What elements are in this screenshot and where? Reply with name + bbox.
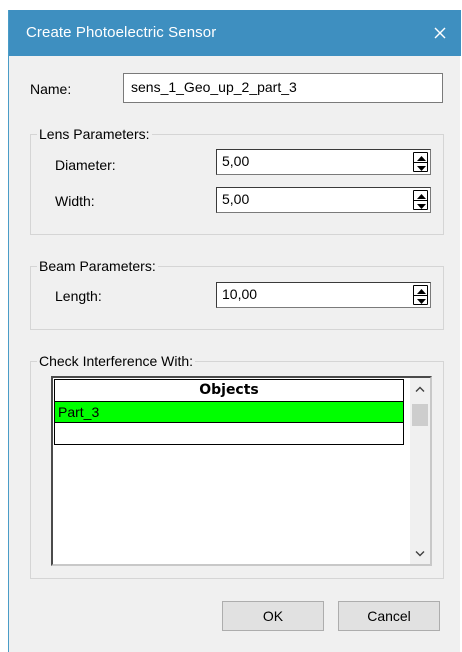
name-label: Name: bbox=[30, 81, 72, 97]
length-label: Length: bbox=[55, 288, 102, 304]
width-spinbox[interactable]: 5,00 bbox=[216, 187, 431, 213]
spin-down-arrow-icon[interactable] bbox=[414, 201, 429, 211]
length-spinbox[interactable]: 10,00 bbox=[216, 282, 431, 308]
objects-grid[interactable]: Objects Part_3 bbox=[51, 376, 432, 566]
spin-up-arrow-icon[interactable] bbox=[414, 191, 429, 201]
grid-row-empty[interactable] bbox=[54, 423, 404, 445]
ok-button[interactable]: OK bbox=[222, 601, 324, 631]
grid-row-selected[interactable]: Part_3 bbox=[54, 402, 404, 423]
scroll-down-arrow-icon[interactable] bbox=[410, 545, 430, 562]
spin-down-arrow-icon[interactable] bbox=[414, 163, 429, 173]
name-input[interactable]: sens_1_Geo_up_2_part_3 bbox=[123, 73, 443, 103]
cancel-button[interactable]: Cancel bbox=[338, 601, 440, 631]
lens-parameters-title: Lens Parameters: bbox=[37, 126, 152, 142]
width-spin-buttons[interactable] bbox=[413, 190, 428, 210]
objects-column-header[interactable]: Objects bbox=[54, 379, 404, 402]
grid-vertical-scrollbar[interactable] bbox=[410, 378, 430, 564]
beam-parameters-title: Beam Parameters: bbox=[37, 258, 158, 274]
scroll-thumb[interactable] bbox=[412, 404, 428, 426]
scroll-up-arrow-icon[interactable] bbox=[410, 380, 430, 397]
diameter-spin-buttons[interactable] bbox=[413, 152, 428, 172]
close-button[interactable] bbox=[419, 10, 461, 56]
spin-down-arrow-icon[interactable] bbox=[414, 296, 429, 306]
close-icon bbox=[434, 27, 446, 39]
width-label: Width: bbox=[55, 193, 95, 209]
length-value: 10,00 bbox=[222, 286, 258, 302]
length-spin-buttons[interactable] bbox=[413, 285, 428, 305]
title-bar[interactable]: Create Photoelectric Sensor bbox=[9, 10, 461, 56]
check-interference-title: Check Interference With: bbox=[37, 353, 196, 369]
create-photoelectric-sensor-dialog: Create Photoelectric Sensor Name: sens_1… bbox=[8, 10, 461, 652]
spin-up-arrow-icon[interactable] bbox=[414, 153, 429, 163]
diameter-label: Diameter: bbox=[55, 157, 116, 173]
diameter-value: 5,00 bbox=[222, 153, 250, 169]
window-title: Create Photoelectric Sensor bbox=[26, 24, 217, 41]
spin-up-arrow-icon[interactable] bbox=[414, 286, 429, 296]
diameter-spinbox[interactable]: 5,00 bbox=[216, 149, 431, 175]
width-value: 5,00 bbox=[222, 191, 250, 207]
